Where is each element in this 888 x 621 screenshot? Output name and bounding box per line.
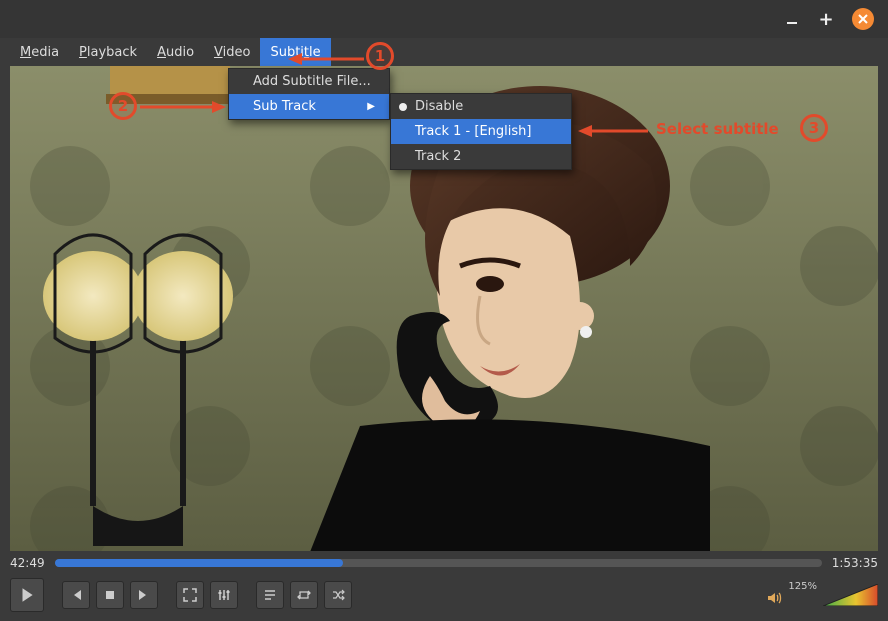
menu-sub-track[interactable]: Sub Track ▶: [229, 94, 389, 119]
annotation-1-arrow: [288, 50, 366, 68]
menubar: Media Playback Audio Video Subtitle: [0, 38, 888, 66]
menu-video[interactable]: Video: [204, 38, 260, 66]
annotation-3-arrow: [578, 122, 650, 140]
seek-bar[interactable]: [55, 559, 822, 567]
loop-icon: [297, 588, 311, 602]
controls-bar: 125%: [10, 577, 878, 613]
annotation-3-badge: 3: [800, 114, 828, 142]
annotation-2-badge: 2: [109, 92, 137, 120]
next-button[interactable]: [130, 581, 158, 609]
close-icon: [856, 12, 870, 26]
volume-label: 125%: [788, 581, 817, 592]
fullscreen-icon: [183, 588, 197, 602]
playlist-button[interactable]: [256, 581, 284, 609]
annotation-3-label: Select subtitle: [656, 120, 779, 138]
menu-media[interactable]: Media: [10, 38, 69, 66]
stop-icon: [103, 588, 117, 602]
close-button[interactable]: [852, 8, 874, 30]
volume-slider[interactable]: [823, 584, 878, 606]
stop-button[interactable]: [96, 581, 124, 609]
equalizer-icon: [217, 588, 231, 602]
minimize-icon: [785, 12, 799, 26]
subtrack-dropdown: Disable Track 1 - [English] Track 2: [390, 93, 572, 170]
radio-checked-icon: [399, 103, 407, 111]
play-icon: [18, 586, 36, 604]
playlist-icon: [263, 588, 277, 602]
minimize-button[interactable]: [784, 11, 800, 27]
previous-button[interactable]: [62, 581, 90, 609]
play-button[interactable]: [10, 578, 44, 612]
subtrack-disable[interactable]: Disable: [391, 94, 571, 119]
seek-progress: [55, 559, 343, 567]
fullscreen-button[interactable]: [176, 581, 204, 609]
titlebar: +: [0, 0, 888, 38]
subtrack-track-2[interactable]: Track 2: [391, 144, 571, 169]
annotation-2-arrow: [140, 98, 226, 116]
extended-settings-button[interactable]: [210, 581, 238, 609]
shuffle-button[interactable]: [324, 581, 352, 609]
menu-audio[interactable]: Audio: [147, 38, 204, 66]
volume-control: 125%: [766, 584, 878, 606]
volume-triangle-icon: [823, 584, 878, 606]
maximize-button[interactable]: +: [818, 11, 834, 27]
menu-playback[interactable]: Playback: [69, 38, 147, 66]
annotation-1-badge: 1: [366, 42, 394, 70]
time-elapsed: 42:49: [10, 556, 45, 570]
menu-add-subtitle-file[interactable]: Add Subtitle File...: [229, 69, 389, 94]
speaker-icon: [766, 590, 782, 606]
skip-back-icon: [69, 588, 83, 602]
subtrack-track-1[interactable]: Track 1 - [English]: [391, 119, 571, 144]
subtitle-dropdown: Add Subtitle File... Sub Track ▶: [228, 68, 390, 120]
loop-button[interactable]: [290, 581, 318, 609]
skip-forward-icon: [137, 588, 151, 602]
time-total: 1:53:35: [832, 556, 878, 570]
shuffle-icon: [331, 588, 345, 602]
seek-row: 42:49 1:53:35: [10, 553, 878, 573]
submenu-arrow-icon: ▶: [367, 101, 375, 112]
